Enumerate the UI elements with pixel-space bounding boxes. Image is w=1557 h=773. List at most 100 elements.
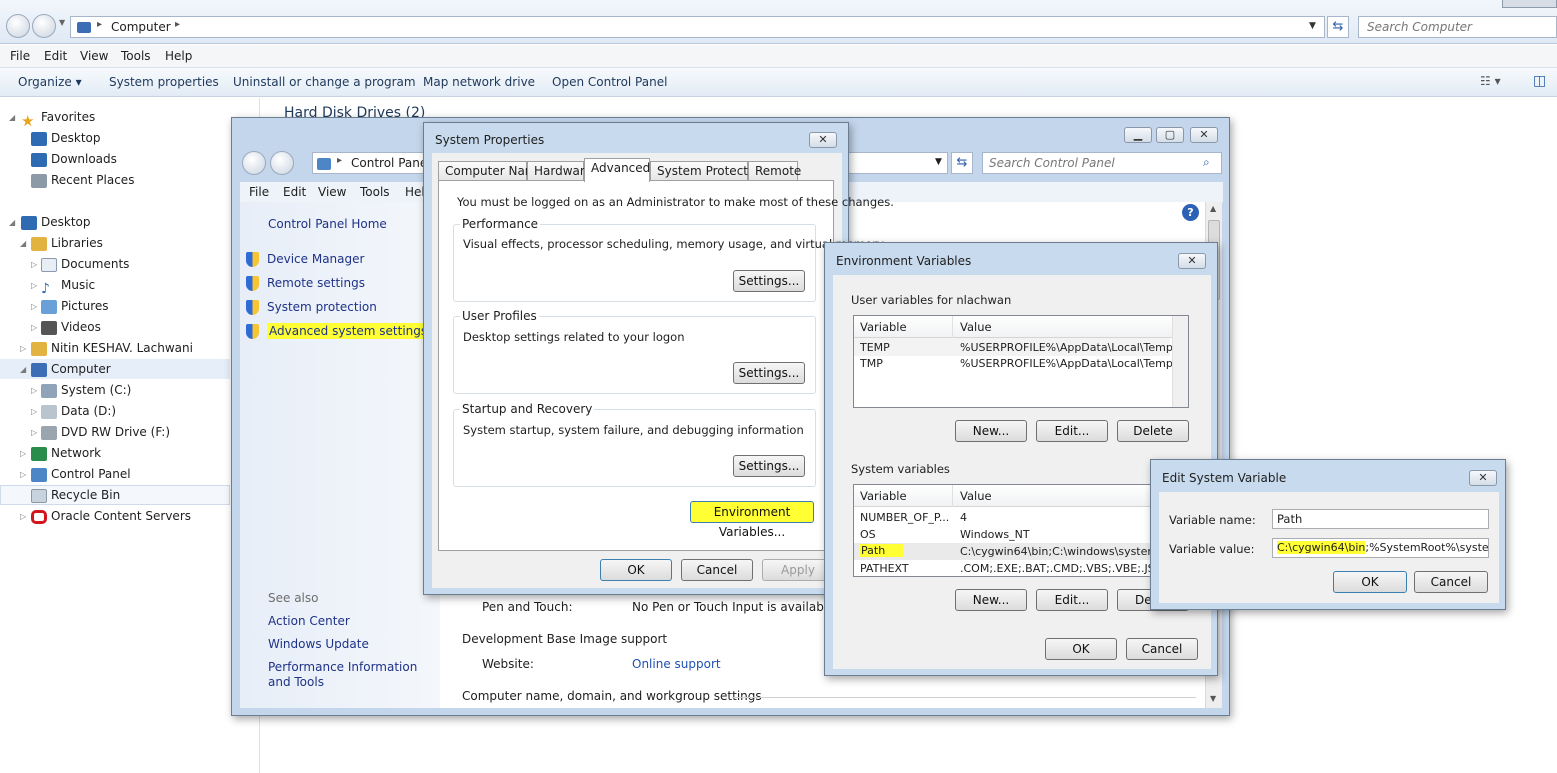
- nav-recycle-bin[interactable]: Recycle Bin: [31, 485, 120, 505]
- cp-back-button[interactable]: [242, 151, 266, 175]
- table-row[interactable]: PATHEXT .COM;.EXE;.BAT;.CMD;.VBS;.VBE;.J…: [854, 560, 1188, 577]
- performance-settings-button[interactable]: Settings...: [733, 270, 805, 292]
- search-icon[interactable]: ⌕: [1203, 155, 1210, 170]
- cp-home-link[interactable]: Control Panel Home: [268, 217, 387, 231]
- collapse-arrow-icon[interactable]: ▷: [31, 407, 37, 416]
- tab-remote[interactable]: Remote: [748, 161, 801, 181]
- variable-name-input[interactable]: Path: [1272, 509, 1489, 529]
- cp-forward-button[interactable]: [270, 151, 294, 175]
- forward-button[interactable]: [32, 14, 56, 38]
- env-cancel-button[interactable]: Cancel: [1126, 638, 1198, 660]
- map-network-drive-button[interactable]: Map network drive: [423, 75, 535, 89]
- collapse-arrow-icon[interactable]: ▷: [20, 449, 26, 458]
- expand-arrow-icon[interactable]: ◢: [9, 218, 15, 227]
- address-dropdown-icon[interactable]: ▼: [1309, 21, 1316, 31]
- collapse-arrow-icon[interactable]: ▷: [31, 281, 37, 290]
- cp-menu-file[interactable]: File: [249, 185, 269, 199]
- remote-settings-link[interactable]: Remote settings: [246, 276, 365, 291]
- collapse-arrow-icon[interactable]: ▷: [20, 470, 26, 479]
- nav-computer[interactable]: Computer: [31, 359, 111, 379]
- edit-var-cancel-button[interactable]: Cancel: [1414, 571, 1488, 593]
- nav-drive-d[interactable]: Data (D:): [41, 401, 116, 421]
- user-profiles-settings-button[interactable]: Settings...: [733, 362, 805, 384]
- menu-file[interactable]: File: [10, 49, 30, 63]
- user-edit-button[interactable]: Edit...: [1036, 420, 1108, 442]
- tab-advanced[interactable]: Advanced: [584, 158, 650, 182]
- table-row[interactable]: TMP %USERPROFILE%\AppData\Local\Temp: [854, 356, 1173, 374]
- nav-desktop-favorite[interactable]: Desktop: [31, 128, 101, 148]
- back-button[interactable]: [6, 14, 30, 38]
- user-new-button[interactable]: New...: [955, 420, 1027, 442]
- variable-value-input[interactable]: C:\cygwin64\bin;%SystemRoot%\system32: [1272, 538, 1489, 558]
- close-button[interactable]: ✕: [1190, 127, 1219, 143]
- breadcrumb-computer[interactable]: Computer: [111, 20, 171, 34]
- tab-computer-name[interactable]: Computer Name: [438, 161, 544, 181]
- menu-view[interactable]: View: [80, 49, 108, 63]
- minimize-button[interactable]: ▁: [1124, 127, 1153, 143]
- maximize-button[interactable]: ▢: [1156, 127, 1185, 143]
- collapse-arrow-icon[interactable]: ▷: [20, 344, 26, 353]
- environment-variables-button[interactable]: Environment Variables...: [690, 501, 814, 539]
- tab-system-protection[interactable]: System Protection: [650, 161, 766, 181]
- expand-arrow-icon[interactable]: ◢: [9, 113, 15, 122]
- nav-drive-c[interactable]: System (C:): [41, 380, 131, 400]
- nav-control-panel[interactable]: Control Panel: [31, 464, 131, 484]
- nav-drive-f[interactable]: DVD RW Drive (F:): [41, 422, 170, 442]
- nav-libraries[interactable]: Libraries: [31, 233, 103, 253]
- address-field[interactable]: ▸ Computer ▸ ▼: [70, 16, 1325, 38]
- view-options-icon[interactable]: ☷ ▾: [1480, 74, 1501, 88]
- search-control-panel-input[interactable]: Search Control Panel ⌕: [982, 152, 1222, 174]
- nav-desktop[interactable]: Desktop: [21, 212, 91, 232]
- sp-cancel-button[interactable]: Cancel: [681, 559, 753, 581]
- collapse-arrow-icon[interactable]: ▷: [20, 512, 26, 521]
- col-value[interactable]: Value: [960, 320, 992, 334]
- system-properties-button[interactable]: System properties: [109, 75, 219, 89]
- advanced-system-settings-link[interactable]: Advanced system settings: [246, 323, 430, 339]
- col-variable[interactable]: Variable: [860, 489, 907, 503]
- nav-favorites[interactable]: ★ Favorites: [21, 107, 95, 130]
- windows-update-link[interactable]: Windows Update: [268, 637, 369, 651]
- nav-user-folder[interactable]: Nitin KESHAV. Lachwani: [31, 338, 193, 358]
- scroll-up-icon[interactable]: ▲: [1210, 204, 1216, 213]
- collapse-arrow-icon[interactable]: ▷: [31, 386, 37, 395]
- cp-refresh-icon[interactable]: ⇆: [951, 152, 973, 174]
- edit-var-ok-button[interactable]: OK: [1333, 571, 1407, 593]
- collapse-arrow-icon[interactable]: ▷: [31, 428, 37, 437]
- window-controls[interactable]: [1502, 0, 1557, 8]
- table-row[interactable]: NUMBER_OF_P... 4: [854, 509, 1188, 526]
- close-icon[interactable]: ✕: [1178, 253, 1206, 269]
- table-row-selected[interactable]: Path C:\cygwin64\bin;C:\windows\system32…: [854, 543, 1188, 560]
- close-icon[interactable]: ✕: [1469, 470, 1497, 486]
- uninstall-program-button[interactable]: Uninstall or change a program: [233, 75, 416, 89]
- col-value[interactable]: Value: [960, 489, 992, 503]
- cp-menu-view[interactable]: View: [318, 185, 346, 199]
- menu-help[interactable]: Help: [165, 49, 192, 63]
- user-delete-button[interactable]: Delete: [1117, 420, 1189, 442]
- open-control-panel-button[interactable]: Open Control Panel: [552, 75, 667, 89]
- cp-address-dropdown-icon[interactable]: ▼: [935, 157, 942, 167]
- nav-network[interactable]: Network: [31, 443, 101, 463]
- expand-arrow-icon[interactable]: ◢: [20, 239, 26, 248]
- cp-menu-tools[interactable]: Tools: [360, 185, 390, 199]
- nav-documents[interactable]: Documents: [41, 254, 129, 274]
- breadcrumb-arrow-icon[interactable]: ▸: [175, 19, 180, 30]
- system-protection-link[interactable]: System protection: [246, 300, 377, 315]
- table-row[interactable]: TEMP %USERPROFILE%\AppData\Local\Temp: [854, 338, 1173, 356]
- menu-edit[interactable]: Edit: [44, 49, 67, 63]
- nav-downloads[interactable]: Downloads: [31, 149, 117, 169]
- refresh-icon[interactable]: ⇆: [1327, 16, 1349, 38]
- cp-breadcrumb[interactable]: Control Panel: [351, 156, 431, 170]
- recent-pages-dropdown-icon[interactable]: ▼: [59, 18, 65, 27]
- nav-videos[interactable]: Videos: [41, 317, 101, 337]
- close-icon[interactable]: ✕: [809, 132, 837, 148]
- cp-menu-edit[interactable]: Edit: [283, 185, 306, 199]
- organize-button[interactable]: Organize ▾: [18, 75, 82, 89]
- startup-recovery-settings-button[interactable]: Settings...: [733, 455, 805, 477]
- online-support-link[interactable]: Online support: [632, 657, 721, 671]
- system-edit-button[interactable]: Edit...: [1036, 589, 1108, 611]
- user-vars-scrollbar[interactable]: [1172, 316, 1188, 407]
- performance-info-link[interactable]: Performance Information and Tools: [268, 660, 438, 690]
- system-vars-list[interactable]: Variable Value NUMBER_OF_P... 4 OS Windo…: [853, 484, 1189, 577]
- expand-arrow-icon[interactable]: ◢: [20, 365, 26, 374]
- action-center-link[interactable]: Action Center: [268, 614, 350, 628]
